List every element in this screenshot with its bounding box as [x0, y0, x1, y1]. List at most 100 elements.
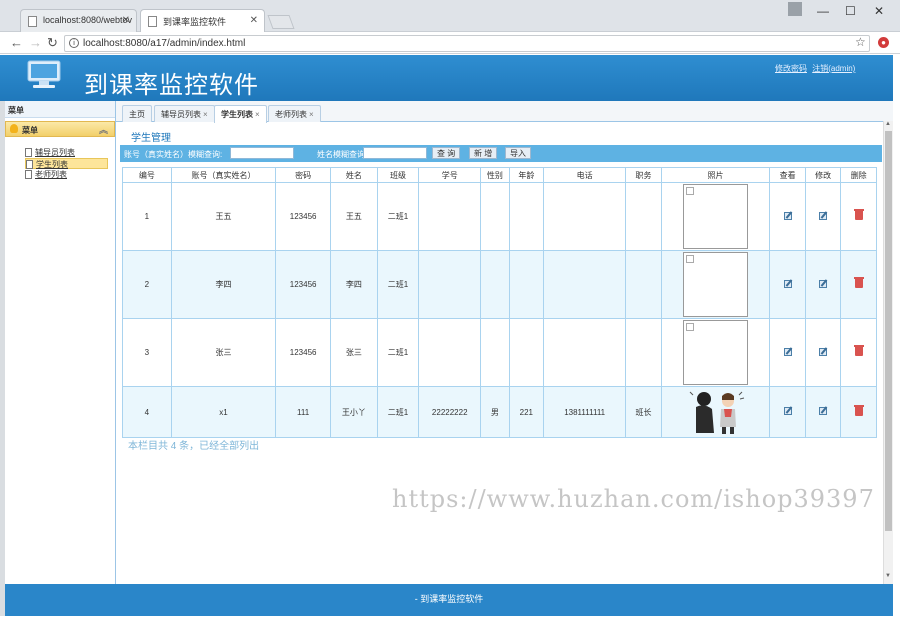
close-window-icon[interactable]: ✕: [874, 4, 884, 18]
view-icon[interactable]: [783, 211, 792, 220]
cell-edit: [804, 182, 842, 251]
column-header: 性别: [480, 167, 510, 183]
cell-photo: [660, 318, 771, 387]
sidebar-panel-label: 菜单: [22, 126, 38, 135]
cell-student-no: 22222222: [418, 386, 482, 438]
back-icon[interactable]: ←: [10, 35, 23, 50]
close-tab-icon[interactable]: ×: [255, 110, 260, 119]
sidebar-item-teachers[interactable]: 老师列表: [25, 169, 108, 180]
trash-icon[interactable]: [853, 277, 864, 288]
cell-student-no: [418, 318, 482, 387]
add-button[interactable]: 新 增: [469, 147, 498, 159]
cell-id: 3: [122, 318, 172, 387]
browser-tab-localhost[interactable]: localhost:8080/webtov ✕: [20, 9, 137, 32]
sidebar-item-students[interactable]: 学生列表: [25, 158, 108, 169]
cell-view: [769, 250, 806, 319]
info-icon[interactable]: i: [69, 38, 79, 48]
app-title: 到课率监控软件: [84, 71, 259, 99]
name-search-input[interactable]: [363, 147, 427, 159]
cell-age: [508, 250, 545, 319]
account-search-input[interactable]: [230, 147, 294, 159]
cell-password: 111: [275, 386, 332, 438]
cell-password: 123456: [275, 182, 332, 251]
url-input[interactable]: i localhost:8080/a17/admin/index.html: [64, 35, 870, 52]
browser-tab-active[interactable]: 到课率监控软件 ✕: [140, 9, 265, 33]
cell-password: 123456: [275, 318, 332, 387]
edit-icon[interactable]: [819, 347, 828, 356]
edit-icon[interactable]: [819, 211, 828, 220]
scroll-up-icon[interactable]: ▲: [885, 121, 891, 127]
student-photo: [689, 391, 744, 434]
tab-label: 辅导员列表: [161, 110, 201, 119]
close-tab-icon[interactable]: ×: [203, 110, 208, 119]
cell-delete: [840, 182, 877, 251]
trash-icon[interactable]: [853, 209, 864, 220]
cell-student-no: [418, 250, 482, 319]
profile-icon[interactable]: [788, 2, 802, 16]
sidebar-item-counselors[interactable]: 辅导员列表: [25, 147, 108, 158]
browser-tab-strip: localhost:8080/webtov ✕ 到课率监控软件 ✕ — ☐ ✕: [0, 0, 900, 33]
scroll-down-icon[interactable]: ▼: [885, 573, 891, 579]
forward-icon[interactable]: →: [29, 35, 42, 50]
address-bar: ← → ↻ i localhost:8080/a17/admin/index.h…: [0, 32, 900, 54]
vertical-scrollbar[interactable]: ▲ ▼: [883, 121, 893, 584]
document-icon: [25, 148, 32, 157]
cell-class: 二班1: [376, 250, 420, 319]
sidebar-panel-header[interactable]: 菜单 ︽: [5, 121, 115, 137]
header-links: 修改密码 注销(admin): [775, 63, 858, 74]
minimize-icon[interactable]: —: [817, 4, 829, 18]
maximize-icon[interactable]: ☐: [845, 4, 856, 18]
tab-students[interactable]: 学生列表 ×: [214, 105, 267, 123]
cell-id: 1: [122, 182, 172, 251]
lightbulb-icon: [10, 124, 18, 133]
tab-home[interactable]: 主页: [122, 105, 152, 122]
new-tab-button[interactable]: [267, 15, 295, 29]
collapse-icon[interactable]: ︽: [99, 123, 108, 136]
bookmark-star-icon[interactable]: ☆: [855, 35, 866, 49]
scrollbar-thumb[interactable]: [885, 131, 892, 531]
trash-icon[interactable]: [853, 404, 864, 416]
column-header: 学号: [418, 167, 482, 183]
table-row: 2 李四 123456 李四 二班1: [122, 250, 877, 319]
view-icon[interactable]: [783, 347, 792, 356]
cell-photo: [660, 182, 771, 251]
cell-edit: [804, 250, 842, 319]
close-tab-icon[interactable]: ×: [309, 110, 314, 119]
cell-account: 李四: [170, 250, 277, 319]
reload-icon[interactable]: ↻: [47, 35, 58, 51]
extension-icon[interactable]: ●: [878, 37, 889, 48]
view-icon[interactable]: [783, 407, 792, 415]
view-icon[interactable]: [783, 279, 792, 288]
cell-phone: [543, 182, 627, 251]
cell-account: 张三: [170, 318, 277, 387]
cell-edit: [804, 386, 842, 438]
cell-phone: 1381111111: [543, 386, 627, 438]
query-button[interactable]: 查 询: [432, 147, 461, 159]
broken-image-icon: [683, 184, 749, 249]
close-tab-icon[interactable]: ✕: [250, 15, 258, 26]
cell-photo: [660, 250, 771, 319]
table-row: 4 x1 111 王小丫 二班1 22222222 男 221 13811111…: [122, 386, 877, 438]
tab-label: 老师列表: [275, 110, 307, 119]
change-password-link[interactable]: 修改密码: [775, 64, 807, 73]
close-tab-icon[interactable]: ✕: [122, 15, 130, 26]
sidebar-item-label: 辅导员列表: [35, 148, 75, 157]
column-header: 职务: [625, 167, 662, 183]
column-header: 编号: [122, 167, 172, 183]
cell-role: [625, 318, 662, 387]
edit-icon[interactable]: [819, 407, 828, 415]
student-table: 编号 账号（真实姓名） 密码 姓名 班级 学号 性别 年龄 电话 职务 照片 查…: [122, 167, 877, 438]
edit-icon[interactable]: [819, 279, 828, 288]
column-header: 密码: [275, 167, 332, 183]
browser-tab-label: localhost:8080/webtov: [43, 15, 133, 25]
cell-photo: [660, 386, 771, 438]
column-header: 照片: [660, 167, 771, 183]
trash-icon[interactable]: [853, 345, 864, 356]
cell-age: [508, 318, 545, 387]
logout-link[interactable]: 注销(admin): [812, 64, 855, 73]
tab-teachers[interactable]: 老师列表 ×: [268, 105, 321, 122]
import-button[interactable]: 导入: [505, 147, 531, 159]
cell-view: [769, 182, 806, 251]
tab-counselors[interactable]: 辅导员列表 ×: [154, 105, 215, 122]
cell-gender: 男: [480, 386, 510, 438]
